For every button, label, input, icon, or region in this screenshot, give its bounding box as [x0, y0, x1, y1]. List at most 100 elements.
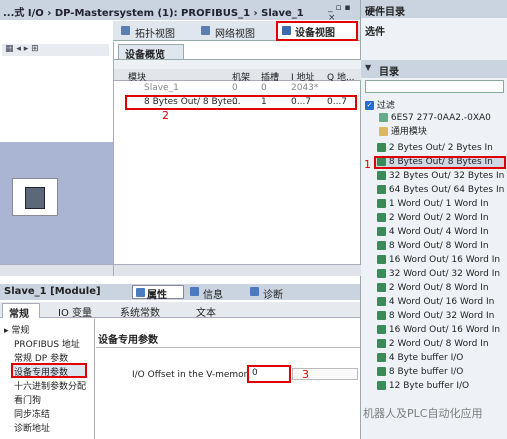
diagnostics-icon [250, 287, 259, 296]
nav-dp-params[interactable]: 常规 DP 参数 [14, 351, 68, 364]
table-row[interactable]: Slave_1 0 0 2043* [114, 82, 361, 95]
subtab-general[interactable]: 常规 [2, 303, 40, 320]
checkbox-checked-icon: ✓ [365, 101, 374, 110]
module-icon [377, 227, 386, 236]
folder-icon [379, 127, 388, 136]
catalog-item[interactable]: 16 Word Out/ 16 Word In [377, 255, 500, 266]
module-icon [25, 187, 45, 209]
catalog-folder-generic[interactable]: 通用模块 [379, 127, 427, 138]
module-icon [377, 339, 386, 348]
module-icon [377, 241, 386, 250]
catalog-item[interactable]: 32 Bytes Out/ 32 Bytes In [377, 171, 504, 182]
view-tabs: 拓扑视图 网络视图 设备视图 [113, 21, 360, 41]
filter-checkbox[interactable]: ✓ 过滤 [365, 98, 395, 111]
catalog-item[interactable]: 32 Word Out/ 32 Word In [377, 269, 500, 280]
canvas-tool-icons[interactable]: ▦ ◂ ▸ ⊞ [5, 44, 39, 54]
catalog-item[interactable]: 4 Byte buffer I/O [377, 353, 463, 364]
module-icon [377, 199, 386, 208]
sub-tabs: 常规 IO 变量 系统常数 文本 [0, 302, 360, 320]
catalog-item[interactable]: 8 Word Out/ 8 Word In [377, 241, 489, 252]
module-icon [377, 157, 386, 166]
nav-general[interactable]: ▸ 常规 [4, 323, 29, 336]
catalog-item-selected[interactable]: 8 Bytes Out/ 8 Bytes In [374, 156, 506, 169]
annotation-2: 2 [162, 109, 169, 122]
device-overview: 设备概览 模块 机架 插槽 I 地址 Q 地... Slave_1 0 0 20… [113, 42, 361, 276]
catalog-item[interactable]: 64 Bytes Out/ 64 Bytes In [377, 185, 504, 196]
catalog-item[interactable]: 4 Word Out/ 16 Word In [377, 297, 494, 308]
catalog-item[interactable]: 2 Word Out/ 8 Word In [377, 283, 489, 294]
catalog-item[interactable]: 12 Byte buffer I/O [377, 381, 469, 392]
hardware-catalog-pane: 硬件目录 选件 ▼ 目录 ✓ 过滤 6ES7 277-0AA2.-0XA0 通用… [360, 0, 507, 439]
module-icon [377, 283, 386, 292]
module-icon [377, 311, 386, 320]
catalog-item[interactable]: 1 Word Out/ 1 Word In [377, 199, 489, 210]
device-view-icon [282, 26, 291, 35]
info-icon [190, 287, 199, 296]
table-header: 模块 机架 插槽 I 地址 Q 地... [114, 69, 361, 83]
catalog-item[interactable]: 8 Byte buffer I/O [377, 367, 463, 378]
tab-device-view[interactable]: 设备视图 [276, 21, 358, 41]
field-label: I/O Offset in the V-memory: [132, 370, 256, 380]
device-icon [379, 113, 388, 122]
module-icon [377, 297, 386, 306]
table-scrollbar[interactable] [114, 264, 361, 276]
subtab-io-tags[interactable]: IO 变量 [58, 304, 92, 319]
canvas-scrollbar[interactable] [0, 264, 113, 276]
nav-hex-params[interactable]: 十六进制参数分配 [14, 379, 86, 392]
breadcrumb: ...式 I/O › DP-Mastersystem (1): PROFIBUS… [3, 8, 304, 19]
module-icon [377, 381, 386, 390]
nav-diag-address[interactable]: 诊断地址 [14, 421, 50, 434]
io-offset-input[interactable]: 0 [247, 365, 291, 383]
properties-icon [136, 288, 145, 297]
catalog-heading: 目录 [379, 67, 399, 78]
module-slot[interactable] [12, 178, 58, 216]
tab-info[interactable]: 信息 [190, 286, 223, 301]
section-title: 设备专用参数 [98, 335, 158, 346]
tab-network[interactable]: 网络视图 [195, 23, 273, 40]
window-controls[interactable]: _ ▫ ▪ × [328, 3, 360, 23]
tab-topology[interactable]: 拓扑视图 [115, 23, 193, 40]
nav-sync-freeze[interactable]: 同步冻结 [14, 407, 50, 420]
watermark: 机器人及PLC自动化应用 [363, 407, 483, 420]
module-icon [377, 367, 386, 376]
module-icon [377, 269, 386, 278]
module-title: Slave_1 [Module] [4, 286, 101, 297]
inspector-header: Slave_1 [Module] 属性 信息 诊断 [0, 284, 360, 301]
tab-device-overview[interactable]: 设备概览 [118, 44, 184, 61]
module-icon [377, 255, 386, 264]
expand-icon[interactable]: ▼ [365, 63, 371, 72]
catalog-item[interactable]: 8 Word Out/ 32 Word In [377, 311, 494, 322]
inspector-content: 设备专用参数 I/O Offset in the V-memory: 0 3 [96, 319, 360, 439]
topology-icon [121, 26, 130, 35]
inspector-nav: ▸ 常规 PROFIBUS 地址 常规 DP 参数 设备专用参数 十六进制参数分… [0, 319, 95, 439]
table-row-selected[interactable]: 8 Bytes Out/ 8 Byte... 0 1 0...7 0...7 [125, 95, 357, 110]
catalog-item[interactable]: 2 Word Out/ 8 Word In [377, 339, 489, 350]
catalog-search-input[interactable] [365, 80, 504, 93]
tab-diagnostics[interactable]: 诊断 [250, 286, 283, 301]
nav-device-params[interactable]: 设备专用参数 [11, 363, 87, 378]
module-icon [377, 353, 386, 362]
catalog-header[interactable]: ▼ 目录 [361, 60, 507, 78]
subtab-texts[interactable]: 文本 [196, 304, 216, 319]
catalog-item-device[interactable]: 6ES7 277-0AA2.-0XA0 [379, 113, 491, 124]
network-icon [201, 26, 210, 35]
catalog-item[interactable]: 4 Word Out/ 4 Word In [377, 227, 489, 238]
catalog-item[interactable]: 16 Word Out/ 16 Word In [377, 325, 500, 336]
tab-properties[interactable]: 属性 [132, 285, 184, 301]
subtab-constants[interactable]: 系统常数 [120, 304, 160, 319]
catalog-pane-title: 硬件目录 [365, 7, 405, 18]
module-icon [377, 143, 386, 152]
editor-titlebar: ...式 I/O › DP-Mastersystem (1): PROFIBUS… [0, 0, 360, 23]
module-icon [377, 185, 386, 194]
catalog-list: 6ES7 277-0AA2.-0XA0 通用模块 2 Bytes Out/ 2 … [361, 113, 507, 439]
catalog-item[interactable]: 2 Bytes Out/ 2 Bytes In [377, 143, 493, 154]
nav-profibus-address[interactable]: PROFIBUS 地址 [14, 337, 80, 350]
rack-area [0, 142, 113, 264]
nav-watchdog[interactable]: 看门狗 [14, 393, 41, 406]
annotation-1: 1 [364, 158, 371, 171]
module-icon [377, 171, 386, 180]
device-canvas[interactable]: ▦ ◂ ▸ ⊞ [0, 42, 113, 264]
module-icon [377, 325, 386, 334]
catalog-item[interactable]: 2 Word Out/ 2 Word In [377, 213, 489, 224]
options-heading: 选件 [365, 27, 385, 38]
